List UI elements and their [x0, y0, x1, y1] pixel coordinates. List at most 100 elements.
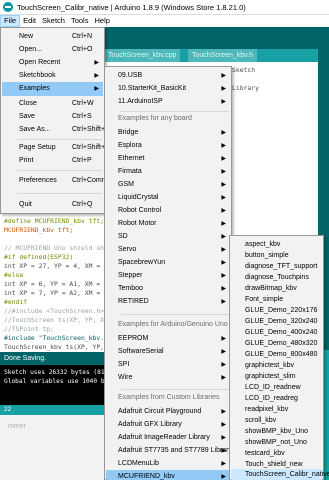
submenu-arrow-icon: ▶: [221, 195, 226, 201]
menu-item-examples[interactable]: Examples ▶: [2, 82, 103, 96]
menu-edit[interactable]: Edit: [20, 15, 39, 27]
code-line: int XP = 7, YP = A2, XM =: [4, 289, 101, 297]
code-line: //#include <TouchScreen.h>: [4, 307, 105, 315]
mcufriend-kbv-submenu: aspect_kbv button_simple diagnose_TFT_su…: [229, 235, 329, 480]
submenu-arrow-icon: ▶: [221, 273, 226, 279]
menu-item-example[interactable]: GSM ▶: [106, 178, 230, 192]
submenu-arrow-icon: ▶: [221, 182, 226, 188]
arduino-logo-icon: [3, 2, 13, 12]
menu-item-quit[interactable]: Quit Ctrl+Q: [2, 198, 103, 212]
menu-item-example[interactable]: Esplora ▶: [106, 139, 230, 153]
code-line: #include "TouchScreen_kbv.: [4, 334, 105, 342]
menu-item-close[interactable]: Close Ctrl+W: [2, 97, 103, 111]
menu-item-sketchbook[interactable]: Sketchbook ▶: [2, 69, 103, 83]
menu-item-example[interactable]: Adafruit GFX Library ▶: [106, 418, 230, 432]
menu-separator: [121, 314, 229, 315]
submenu-arrow-icon: ▶: [221, 448, 226, 454]
submenu-arrow-icon: ▶: [221, 461, 226, 467]
code-line: int XP = 27, YP = 4, XM =: [4, 262, 101, 270]
submenu-arrow-icon: ▶: [221, 130, 226, 136]
menu-separator: [17, 139, 102, 140]
code-line: #endif: [4, 298, 28, 306]
menu-item-example[interactable]: Ethernet ▶: [106, 152, 230, 166]
menu-item-example[interactable]: Adafruit ST7735 and ST7789 Library ▶: [106, 444, 232, 458]
menu-item-save[interactable]: Save Ctrl+S: [2, 110, 103, 124]
line-number: 22: [4, 406, 12, 413]
tab-touchscreen-cpp[interactable]: TouchScreen_kbv.cpp: [104, 49, 181, 62]
submenu-arrow-icon: ▶: [221, 86, 226, 92]
submenu-arrow-icon: ▶: [221, 169, 226, 175]
submenu-arrow-icon: ▶: [221, 208, 226, 214]
menu-item-mcufriend-kbv[interactable]: MCUFRIEND_kbv ▶: [106, 470, 230, 480]
submenu-arrow-icon: ▶: [221, 286, 226, 292]
menu-item-example[interactable]: Servo ▶: [106, 243, 230, 257]
submenu-arrow-icon: ▶: [221, 336, 226, 342]
menu-item-example[interactable]: EEPROM ▶: [106, 332, 230, 346]
code-line: #else: [4, 271, 24, 279]
submenu-arrow-icon: ▶: [221, 156, 226, 162]
menu-item-example[interactable]: Wire ▶: [106, 371, 230, 385]
menu-item-example[interactable]: 10.StarterKit_BasicKit ▶: [106, 82, 230, 96]
code-line: int XP = 6, YP = A1, XM =: [4, 280, 101, 288]
code-line: #define MCUFRIEND_kbv tft;: [4, 217, 105, 225]
menu-item-example[interactable]: Temboo ▶: [106, 282, 230, 296]
menu-item-example[interactable]: LiquidCrystal ▶: [106, 191, 230, 205]
submenu-arrow-icon: ▶: [221, 474, 226, 480]
menu-item-print[interactable]: Print Ctrl+P: [2, 154, 103, 168]
menu-section-header: Examples for Arduino/Genuino Uno: [118, 321, 228, 328]
console-line: Sketch uses 26332 bytes (81%: [4, 369, 109, 376]
submenu-arrow-icon: ▶: [94, 73, 99, 79]
menu-item-example[interactable]: 11.ArduinoISP ▶: [106, 95, 230, 109]
menu-item-new[interactable]: New Ctrl+N: [2, 30, 103, 44]
menu-file[interactable]: File: [0, 15, 21, 27]
menu-item-open[interactable]: Open... Ctrl+O: [2, 43, 103, 57]
menu-item-preferences[interactable]: Preferences Ctrl+Comma: [2, 174, 111, 188]
window-title: TouchScreen_Calibr_native | Arduino 1.8.…: [17, 2, 246, 12]
menu-tools[interactable]: Tools: [68, 15, 92, 27]
menu-item-example[interactable]: Stepper ▶: [106, 269, 230, 283]
submenu-arrow-icon: ▶: [221, 260, 226, 266]
menu-item-example[interactable]: Robot Motor ▶: [106, 217, 230, 231]
menu-item-example[interactable]: LCDMenuLib ▶: [106, 457, 230, 471]
menu-item-example[interactable]: SpacebrewYun ▶: [106, 256, 230, 270]
menu-item-example[interactable]: SD ▶: [106, 230, 230, 244]
menu-sketch[interactable]: Sketch: [39, 15, 68, 27]
code-line: #if defined(ESP32): [4, 253, 74, 261]
code-line: //TouchScreen ts(XP, YP, X: [4, 316, 105, 324]
menu-item-save-as[interactable]: Save As... Ctrl+Shift+S: [2, 123, 110, 137]
menu-item-example[interactable]: Bridge ▶: [106, 126, 230, 140]
status-text: Done Saving.: [4, 355, 47, 362]
submenu-arrow-icon: ▶: [221, 221, 226, 227]
editor-partial-text: Library: [232, 84, 259, 92]
menu-item-example[interactable]: Adafruit ImageReader Library ▶: [106, 431, 230, 445]
code-line: // MCUFRIEND Uno shield sh: [4, 244, 105, 252]
menu-item-example[interactable]: 09.USB ▶: [106, 69, 230, 83]
submenu-arrow-icon: ▶: [221, 247, 226, 253]
submenu-arrow-icon: ▶: [221, 299, 226, 305]
menu-separator: [121, 389, 229, 390]
menu-item-example[interactable]: RETIRED ▶: [106, 295, 230, 309]
examples-submenu: 09.USB ▶ 10.StarterKit_BasicKit ▶ 11.Ardui…: [104, 66, 232, 480]
editor-partial-text: Sketch: [232, 66, 256, 74]
menu-bar: File Edit Sketch Tools Help: [0, 15, 329, 27]
submenu-arrow-icon: ▶: [221, 375, 226, 381]
menu-separator: [17, 193, 102, 194]
menu-section-header: Examples for any board: [118, 115, 192, 122]
menu-separator: [17, 170, 102, 171]
title-bar: TouchScreen_Calibr_native | Arduino 1.8.…: [0, 0, 329, 15]
menu-item-touchscreen-calibr-native[interactable]: TouchScreen_Calibr_native: [231, 469, 329, 480]
menu-item-example[interactable]: Firmata ▶: [106, 165, 230, 179]
submenu-arrow-icon: ▶: [221, 234, 226, 240]
tab-touchscreen-h[interactable]: TouchScreen_kbv.h: [188, 49, 257, 62]
submenu-arrow-icon: ▶: [221, 143, 226, 149]
menu-item-page-setup[interactable]: Page Setup Ctrl+Shift+P: [2, 141, 110, 155]
menu-help[interactable]: Help: [91, 15, 112, 27]
code-line: TouchScreen_kbv ts(XP, YP,: [4, 343, 105, 351]
submenu-arrow-icon: ▶: [221, 422, 226, 428]
code-line: MCUFRIEND_kbv tft;: [4, 226, 74, 234]
menu-item-open-recent[interactable]: Open Recent ▶: [2, 56, 103, 70]
menu-item-example[interactable]: Adafruit Circuit Playground ▶: [106, 405, 230, 419]
code-line: //TSPoint tp;: [4, 325, 55, 333]
background-text: mmer: [8, 423, 26, 430]
menu-item-example[interactable]: Robot Control ▶: [106, 204, 230, 218]
